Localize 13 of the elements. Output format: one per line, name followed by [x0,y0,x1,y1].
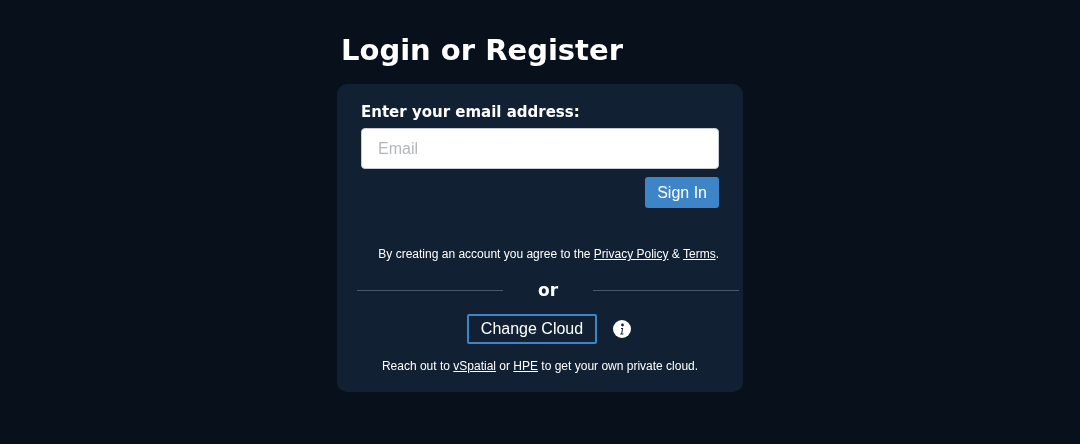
link[interactable]: Terms [683,247,716,261]
sign-in-button[interactable]: Sign In [645,177,719,208]
change-cloud-button[interactable]: Change Cloud [466,314,598,344]
agreement-text: By creating an account you agree to the Privacy Policy & Terms. [377,246,719,262]
info-icon[interactable] [613,320,632,338]
link[interactable]: Privacy Policy [593,247,669,261]
page-title: Login or Register [341,32,624,69]
link[interactable]: vSpatial [453,359,496,373]
private-cloud-text: Reach out to vSpatial or HPE to get your own private cloud. [380,358,700,374]
or-divider-text: or [536,280,560,300]
link[interactable]: HPE [513,359,538,373]
email-field[interactable]: Email [361,128,719,169]
email-label: Enter your email address: [361,102,581,123]
